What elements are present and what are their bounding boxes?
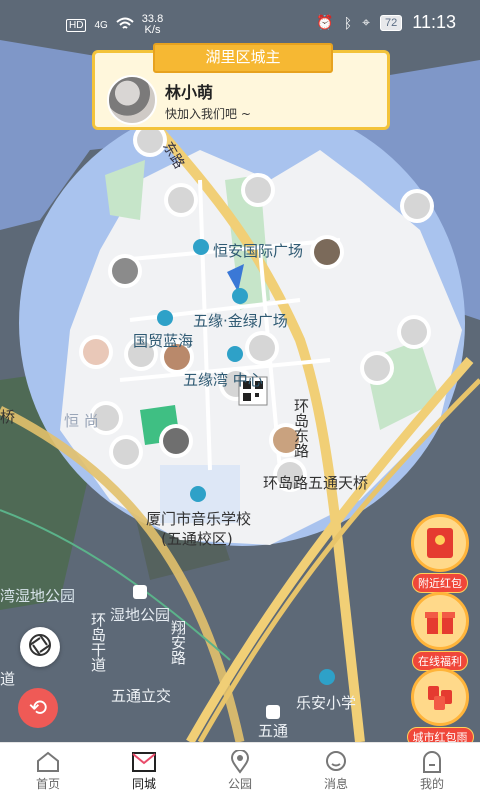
refresh-icon: ⟲ bbox=[28, 695, 48, 721]
tab-park[interactable]: 公园 bbox=[192, 743, 288, 801]
status-bar: HD 4G 33.8 K/s ⏰ ᛒ ⌖ 72 11:13 bbox=[0, 0, 480, 48]
user-marker[interactable] bbox=[79, 335, 113, 369]
poi-label-wetland-park-large: 湾湿地公园 bbox=[0, 587, 76, 605]
user-marker[interactable] bbox=[397, 315, 431, 349]
tab-label: 公园 bbox=[227, 777, 252, 791]
home-icon bbox=[0, 749, 96, 775]
user-marker[interactable] bbox=[310, 235, 344, 269]
tab-profile[interactable]: 我的 bbox=[384, 743, 480, 801]
tab-label: 我的 bbox=[419, 777, 444, 791]
tab-label: 消息 bbox=[323, 777, 348, 791]
city-lord-banner: 湖里区城主 bbox=[153, 43, 333, 73]
road-label-huandao-ganda: 环岛干道 bbox=[89, 612, 107, 672]
user-marker[interactable] bbox=[108, 254, 142, 288]
signal-icon: 4G bbox=[94, 19, 108, 31]
poi-label-wetland-park: 湿地公园 bbox=[110, 606, 171, 624]
bottom-tab-bar: 首页 同城 公园 消息 我的 bbox=[0, 742, 480, 801]
tab-home[interactable]: 首页 bbox=[0, 743, 96, 801]
poi-label-wutong-tianqiao: 环岛路五通天桥 bbox=[263, 474, 369, 492]
red-envelope-icon bbox=[411, 514, 469, 572]
net-speed: 33.8 K/s bbox=[141, 13, 164, 36]
poi-label-music-school: 厦门市音乐学校 bbox=[146, 510, 252, 528]
avatar[interactable] bbox=[107, 75, 157, 125]
user-marker[interactable] bbox=[164, 183, 198, 217]
road-label-left-top: 桥 bbox=[0, 408, 16, 426]
battery-icon: 72 bbox=[380, 14, 403, 31]
poi-label-wutong: 五通 bbox=[258, 722, 289, 740]
poi-label-wuyuanwan: 五缘湾 中心 bbox=[183, 371, 263, 389]
switch-button[interactable]: ⟲ bbox=[18, 688, 58, 728]
road-label-huandao-east: 环岛东路 bbox=[292, 398, 310, 458]
user-marker[interactable] bbox=[360, 351, 394, 385]
tab-messages[interactable]: 消息 bbox=[288, 743, 384, 801]
city-redpack-rain-button[interactable]: 城市红包雨 bbox=[406, 668, 474, 747]
envelope-icon bbox=[96, 749, 192, 775]
gift-icon bbox=[411, 592, 469, 650]
wifi-icon bbox=[116, 17, 134, 34]
poi-label-hengan: 恒安国际广场 bbox=[213, 242, 304, 260]
location-icon: ⌖ bbox=[362, 14, 371, 30]
road-label-left: 道 bbox=[0, 670, 16, 688]
user-marker[interactable] bbox=[159, 424, 193, 458]
poi-label-guomao: 国贸蓝海 bbox=[133, 332, 194, 350]
tab-same-city[interactable]: 同城 bbox=[96, 743, 192, 801]
poi-label-heng-shang: 恒 尚 bbox=[64, 412, 99, 430]
promo-label: 附近红包 bbox=[412, 573, 468, 593]
city-lord-card[interactable]: 湖里区城主 林小萌 快加入我们吧 ~ bbox=[92, 43, 390, 130]
tab-label: 首页 bbox=[35, 777, 60, 791]
lord-name: 林小萌 bbox=[165, 83, 214, 102]
hd-icon: HD bbox=[66, 18, 87, 32]
lord-message: 快加入我们吧 ~ bbox=[165, 107, 251, 121]
aperture-icon bbox=[27, 632, 53, 662]
nearby-redpack-button[interactable]: 附近红包 bbox=[408, 514, 472, 593]
online-welfare-button[interactable]: 在线福利 bbox=[408, 592, 472, 671]
road-label-xiangan: 翔安路 bbox=[169, 620, 187, 665]
location-pin-icon bbox=[192, 749, 288, 775]
poi-label-wuyuan-jinlu: 五缘·金绿广场 bbox=[193, 312, 288, 330]
poi-label-lean-school: 乐安小学 bbox=[296, 694, 357, 712]
clock: 11:13 bbox=[412, 12, 456, 32]
chat-bubble-icon bbox=[288, 749, 384, 775]
bluetooth-icon: ᛒ bbox=[343, 14, 353, 31]
alarm-icon: ⏰ bbox=[316, 14, 334, 30]
user-marker[interactable] bbox=[245, 331, 279, 365]
user-marker[interactable] bbox=[400, 189, 434, 223]
user-marker[interactable] bbox=[241, 173, 275, 207]
scan-button[interactable] bbox=[20, 627, 60, 667]
tab-label: 同城 bbox=[131, 777, 156, 791]
poi-label-wutong-lijiao: 五通立交 bbox=[111, 687, 172, 705]
poi-label-music-school-campus: (五通校区) bbox=[161, 530, 233, 548]
user-icon bbox=[384, 749, 480, 775]
user-marker[interactable] bbox=[109, 435, 143, 469]
redpack-rain-icon bbox=[411, 668, 469, 726]
